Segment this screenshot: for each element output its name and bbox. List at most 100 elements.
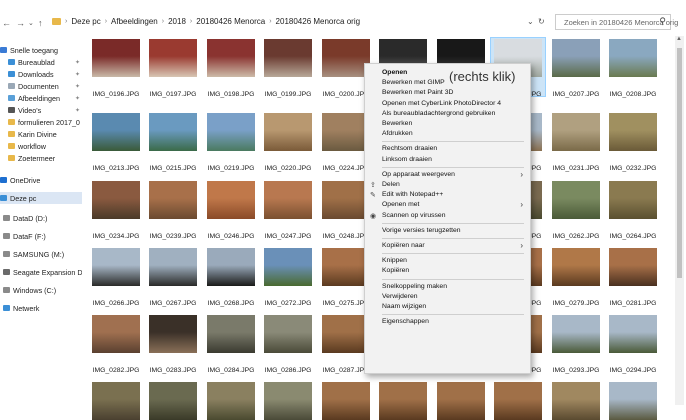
file-name[interactable]: IMG_0281.JPG bbox=[600, 300, 666, 307]
file-name[interactable]: IMG_0286.JPG bbox=[255, 367, 321, 374]
crumb[interactable]: 2018 bbox=[168, 17, 186, 26]
breadcrumb[interactable]: › Deze pc › Afbeeldingen › 2018 › 201804… bbox=[52, 17, 360, 26]
file-thumbnail[interactable] bbox=[552, 382, 600, 420]
file-name[interactable]: IMG_0239.JPG bbox=[140, 233, 206, 240]
menu-item[interactable]: Eigenschappen bbox=[365, 317, 530, 327]
file-thumbnail[interactable] bbox=[494, 382, 542, 420]
file-thumbnail[interactable] bbox=[609, 181, 657, 219]
file-thumbnail[interactable] bbox=[264, 113, 312, 151]
dropdown-chevron-icon[interactable]: ⌄ bbox=[527, 17, 534, 26]
crumb[interactable]: 20180426 Menorca bbox=[196, 17, 265, 26]
sidebar-item[interactable]: Documenten ✦ bbox=[0, 80, 82, 92]
menu-item[interactable]: Vorige versies terugzetten bbox=[365, 226, 530, 236]
file-name[interactable]: IMG_0220.JPG bbox=[255, 165, 321, 172]
menu-item[interactable]: ◉ Scannen op virussen bbox=[365, 211, 530, 221]
sidebar-item[interactable]: Karin Divine bbox=[0, 128, 82, 140]
file-thumbnail[interactable] bbox=[92, 39, 140, 77]
menu-item[interactable]: Knippen bbox=[365, 256, 530, 266]
menu-item[interactable]: Linksom draaien bbox=[365, 155, 530, 165]
file-thumbnail[interactable] bbox=[264, 39, 312, 77]
sidebar-item[interactable]: DataF (F:) bbox=[0, 230, 82, 242]
crumb[interactable]: Deze pc bbox=[71, 17, 100, 26]
menu-item[interactable]: ✎ Edit with Notepad++ bbox=[365, 190, 530, 200]
sidebar-item[interactable]: OneDrive bbox=[0, 174, 82, 186]
file-name[interactable]: IMG_0208.JPG bbox=[600, 91, 666, 98]
file-name[interactable]: IMG_0294.JPG bbox=[600, 367, 666, 374]
file-thumbnail[interactable] bbox=[322, 248, 370, 286]
file-thumbnail[interactable] bbox=[149, 315, 197, 353]
forward-icon[interactable]: → bbox=[16, 18, 25, 28]
file-thumbnail[interactable] bbox=[207, 248, 255, 286]
file-thumbnail[interactable] bbox=[609, 382, 657, 420]
file-name[interactable]: IMG_0247.JPG bbox=[255, 233, 321, 240]
sidebar-item[interactable]: Windows (C:) bbox=[0, 284, 82, 296]
scrollbar-thumb[interactable] bbox=[677, 48, 682, 278]
file-thumbnail[interactable] bbox=[207, 39, 255, 77]
sidebar-item[interactable]: Downloads ✦ bbox=[0, 68, 82, 80]
menu-item[interactable]: Rechtsom draaien bbox=[365, 144, 530, 154]
file-name[interactable]: IMG_0264.JPG bbox=[600, 233, 666, 240]
up-icon[interactable]: ↑ bbox=[38, 18, 43, 28]
sidebar-item[interactable]: Afbeeldingen ✦ bbox=[0, 92, 82, 104]
file-thumbnail[interactable] bbox=[264, 248, 312, 286]
file-thumbnail[interactable] bbox=[322, 315, 370, 353]
file-thumbnail[interactable] bbox=[552, 181, 600, 219]
search-box[interactable]: Zoeken in 20180426 Menorca orig ⚲ bbox=[555, 14, 678, 30]
file-thumbnail[interactable] bbox=[552, 248, 600, 286]
sidebar-item[interactable]: Deze pc bbox=[0, 192, 82, 204]
menu-item[interactable]: Openen met CyberLink PhotoDirector 4 bbox=[365, 99, 530, 109]
file-thumbnail[interactable] bbox=[149, 113, 197, 151]
back-icon[interactable]: ← bbox=[2, 18, 11, 28]
vertical-scrollbar[interactable]: ▲ bbox=[675, 36, 684, 405]
file-name[interactable]: IMG_0232.JPG bbox=[600, 165, 666, 172]
file-thumbnail[interactable] bbox=[264, 315, 312, 353]
file-thumbnail[interactable] bbox=[609, 315, 657, 353]
file-thumbnail[interactable] bbox=[552, 113, 600, 151]
file-thumbnail[interactable] bbox=[92, 113, 140, 151]
file-name[interactable]: IMG_0267.JPG bbox=[140, 300, 206, 307]
sidebar-item[interactable]: SAMSUNG (M:) bbox=[0, 248, 82, 260]
file-thumbnail[interactable] bbox=[322, 181, 370, 219]
file-thumbnail[interactable] bbox=[264, 382, 312, 420]
menu-item[interactable]: Kopiëren naar › bbox=[365, 241, 530, 251]
sidebar-item[interactable]: workflow bbox=[0, 140, 82, 152]
file-thumbnail[interactable] bbox=[207, 382, 255, 420]
sidebar-item[interactable]: Bureaublad ✦ bbox=[0, 56, 82, 68]
file-thumbnail[interactable] bbox=[92, 248, 140, 286]
menu-item[interactable]: Op apparaat weergeven › bbox=[365, 170, 530, 180]
sidebar-item[interactable]: formulieren 2017_0 bbox=[0, 116, 82, 128]
file-name[interactable]: IMG_0283.JPG bbox=[140, 367, 206, 374]
file-name[interactable]: IMG_0215.JPG bbox=[140, 165, 206, 172]
menu-item[interactable]: Bewerken bbox=[365, 119, 530, 129]
menu-item[interactable]: Naam wijzigen bbox=[365, 302, 530, 312]
file-thumbnail[interactable] bbox=[437, 382, 485, 420]
menu-item[interactable]: Openen met › bbox=[365, 200, 530, 210]
file-name[interactable]: IMG_0199.JPG bbox=[255, 91, 321, 98]
sidebar-item[interactable]: Snelle toegang bbox=[0, 44, 82, 56]
file-thumbnail[interactable] bbox=[149, 382, 197, 420]
file-thumbnail[interactable] bbox=[207, 315, 255, 353]
file-thumbnail[interactable] bbox=[92, 315, 140, 353]
file-thumbnail[interactable] bbox=[552, 315, 600, 353]
menu-item[interactable]: Snelkoppeling maken bbox=[365, 282, 530, 292]
file-thumbnail[interactable] bbox=[207, 181, 255, 219]
file-thumbnail[interactable] bbox=[322, 382, 370, 420]
file-thumbnail[interactable] bbox=[207, 113, 255, 151]
recent-chevron-icon[interactable]: ⌄ bbox=[28, 19, 34, 27]
file-thumbnail[interactable] bbox=[609, 248, 657, 286]
file-thumbnail[interactable] bbox=[149, 181, 197, 219]
file-thumbnail[interactable] bbox=[609, 113, 657, 151]
menu-item[interactable]: Bewerken met Paint 3D bbox=[365, 88, 530, 98]
file-thumbnail[interactable] bbox=[322, 113, 370, 151]
file-thumbnail[interactable] bbox=[379, 382, 427, 420]
refresh-icon[interactable]: ↻ bbox=[538, 17, 545, 26]
file-thumbnail[interactable] bbox=[609, 39, 657, 77]
file-name[interactable]: IMG_0197.JPG bbox=[140, 91, 206, 98]
sidebar-item[interactable]: Netwerk bbox=[0, 302, 82, 314]
menu-item[interactable]: ⇪ Delen bbox=[365, 180, 530, 190]
sidebar-item[interactable]: Zoetermeer bbox=[0, 152, 82, 164]
sidebar-item[interactable]: Seagate Expansion D bbox=[0, 266, 82, 278]
file-thumbnail[interactable] bbox=[92, 181, 140, 219]
menu-item[interactable]: Afdrukken bbox=[365, 129, 530, 139]
file-name[interactable]: IMG_0272.JPG bbox=[255, 300, 321, 307]
